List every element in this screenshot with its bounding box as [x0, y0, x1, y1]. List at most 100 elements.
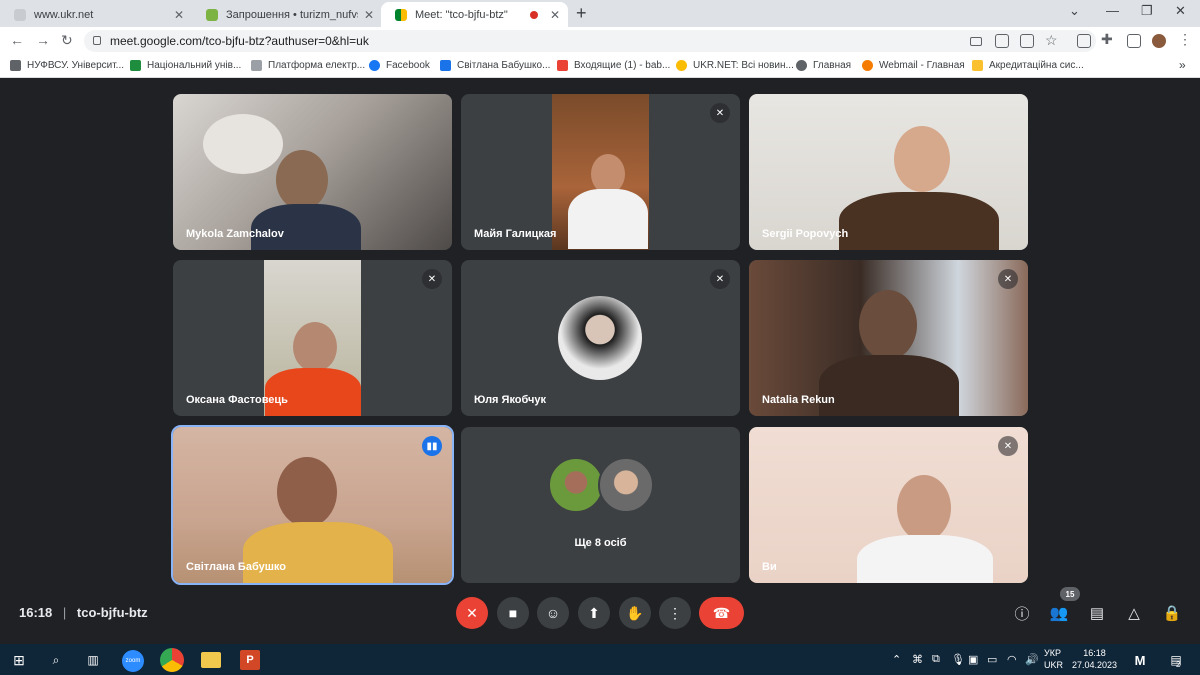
participant-face — [277, 457, 337, 527]
windows-start-icon[interactable]: ⊞ — [9, 650, 29, 670]
bookmark-star-icon[interactable]: ☆ — [1045, 32, 1058, 49]
site-icon — [862, 60, 873, 71]
chrome-icon[interactable] — [160, 648, 184, 672]
file-explorer-icon[interactable] — [201, 652, 221, 668]
globe-icon — [796, 60, 807, 71]
camera-tray-icon[interactable]: ▣ — [968, 653, 978, 666]
bookmark-label: Facebook — [386, 60, 430, 71]
info-icon[interactable]: ⓘ — [1011, 602, 1033, 624]
camera-icon[interactable] — [970, 37, 982, 46]
emoji-button[interactable]: ☺ — [537, 597, 569, 629]
url-text: meet.google.com/tco-bjfu-btz?authuser=0&… — [110, 34, 369, 48]
system-clock[interactable]: 16:18 27.04.2023 — [1072, 647, 1117, 671]
bookmark-label: Світлана Бабушко... — [457, 60, 551, 71]
participant-name: Sergii Popovych — [762, 228, 849, 240]
share-icon[interactable] — [1020, 34, 1034, 48]
profile-avatar[interactable] — [1150, 32, 1168, 50]
task-view-icon[interactable]: ▥ — [83, 650, 103, 670]
bookmark-item[interactable]: НУФВСУ. Університ... — [10, 60, 124, 71]
tray-app-icon[interactable]: ⌘ — [912, 653, 923, 666]
forward-button[interactable]: → — [36, 32, 50, 48]
self-tile[interactable]: ✕ Ви — [749, 427, 1028, 583]
mic-toggle-button[interactable]: ✕ — [456, 597, 488, 629]
side-panel-icon[interactable] — [1127, 34, 1141, 48]
calendar-icon — [206, 8, 218, 21]
participant-tile-speaking[interactable]: ▮▮ Світлана Бабушко — [171, 425, 454, 585]
participant-name: Юля Якобчук — [474, 394, 547, 406]
people-icon[interactable]: 👥 — [1048, 602, 1070, 624]
camera-toggle-button[interactable]: ■ — [497, 597, 529, 629]
bookmark-item[interactable]: Webmail - Главная — [862, 60, 965, 71]
lock-icon[interactable] — [93, 36, 101, 45]
raise-hand-button[interactable]: ✋ — [619, 597, 651, 629]
battery-icon[interactable]: ▭ — [987, 653, 997, 666]
participant-tile[interactable]: ✕ Оксана Фастовець — [173, 260, 452, 416]
participant-body — [857, 535, 993, 583]
tab-invitation[interactable]: Запрошення • turizm_nufvsu@u ✕ — [192, 2, 382, 27]
host-controls-icon[interactable]: 🔒 — [1161, 602, 1183, 624]
bookmark-item[interactable]: Платформа електр... — [251, 60, 365, 71]
participant-tile[interactable]: Sergii Popovych — [749, 94, 1028, 250]
tray-app-icon[interactable]: ⧉ — [932, 653, 940, 666]
participant-body — [243, 522, 393, 583]
bookmark-item[interactable]: Світлана Бабушко... — [440, 60, 550, 71]
bookmark-item[interactable]: Главная — [796, 60, 851, 71]
recording-icon — [530, 10, 538, 19]
bookmark-item[interactable]: Акредитаційна сис... — [972, 60, 1084, 71]
menu-icon[interactable]: ⋮ — [1178, 31, 1192, 48]
tab-title: www.ukr.net — [34, 8, 94, 21]
meet-stage: Mykola Zamchalov ✕ Майя Галицкая Sergii … — [0, 79, 1200, 644]
reload-button[interactable]: ↻ — [61, 32, 73, 49]
new-tab-button[interactable]: + — [576, 3, 587, 24]
translate-icon[interactable] — [995, 34, 1009, 48]
notification-count: 2 — [1176, 660, 1181, 669]
powerpoint-icon[interactable]: P — [240, 650, 260, 670]
chat-icon[interactable]: ▤ — [1086, 602, 1108, 624]
end-call-button[interactable]: ☎ — [699, 597, 744, 629]
puzzle-icon[interactable]: ✚ — [1101, 31, 1113, 48]
wifi-icon[interactable]: ◠ — [1007, 653, 1017, 666]
close-window-button[interactable]: ✕ — [1175, 3, 1186, 19]
address-bar[interactable]: meet.google.com/tco-bjfu-btz?authuser=0&… — [84, 30, 1096, 52]
tab-ukr-net[interactable]: www.ukr.net ✕ — [0, 2, 192, 27]
participant-tile[interactable]: ✕ Юля Якобчук — [461, 260, 740, 416]
minimize-button[interactable]: — — [1106, 3, 1119, 18]
tab-title: Запрошення • turizm_nufvsu@u — [226, 8, 358, 21]
volume-icon[interactable]: 🔊 — [1025, 653, 1039, 666]
tab-search-icon[interactable]: ⌄ — [1069, 3, 1080, 19]
close-icon[interactable]: ✕ — [364, 8, 374, 22]
language-indicator[interactable]: УКР UKR — [1044, 647, 1063, 671]
maximize-button[interactable]: ❐ — [1141, 3, 1153, 19]
microphone-icon[interactable]: 🎙 — [951, 653, 965, 666]
system-date: 27.04.2023 — [1072, 660, 1118, 670]
back-button[interactable]: ← — [10, 32, 24, 48]
app-icon[interactable]: M — [1130, 650, 1150, 670]
bookmark-item[interactable]: UKR.NET: Всі новин... — [676, 60, 794, 71]
more-participants-tile[interactable]: Ще 8 осіб — [461, 427, 740, 583]
participant-body — [568, 189, 648, 249]
participant-tile[interactable]: ✕ Майя Галицкая — [461, 94, 740, 250]
close-icon[interactable]: ✕ — [174, 8, 184, 22]
close-icon[interactable]: ✕ — [550, 8, 560, 22]
browser-tab-strip: www.ukr.net ✕ Запрошення • turizm_nufvsu… — [0, 0, 1200, 27]
search-icon[interactable]: ⌕ — [46, 650, 66, 670]
bookmark-item[interactable]: Національний унів... — [130, 60, 241, 71]
more-bookmarks[interactable]: » — [1179, 58, 1186, 72]
meeting-time: 16:18 — [19, 605, 53, 620]
participant-tile[interactable]: ✕ Natalia Rekun — [749, 260, 1028, 416]
tray-expand-icon[interactable]: ⌃ — [892, 653, 901, 666]
present-screen-button[interactable]: ⬆ — [578, 597, 610, 629]
participant-avatar — [598, 457, 654, 513]
tab-meet[interactable]: Meet: "tco-bjfu-btz" ✕ — [381, 2, 568, 27]
extension-icon[interactable] — [1077, 34, 1091, 48]
cat-image — [203, 114, 283, 174]
bookmark-item[interactable]: Facebook — [369, 60, 430, 71]
globe-icon — [14, 8, 26, 21]
activities-icon[interactable]: △ — [1123, 602, 1145, 624]
participant-tile[interactable]: Mykola Zamchalov — [173, 94, 452, 250]
zoom-app-icon[interactable]: zoom — [122, 650, 144, 672]
site-icon — [10, 60, 21, 71]
meet-controls-bar: 16:18 | tco-bjfu-btz ✕ ■ ☺ ⬆ ✋ ⋮ ☎ ⓘ 👥 1… — [0, 587, 1200, 643]
bookmark-item[interactable]: Входящие (1) - bab... — [557, 60, 670, 71]
more-options-button[interactable]: ⋮ — [659, 597, 691, 629]
